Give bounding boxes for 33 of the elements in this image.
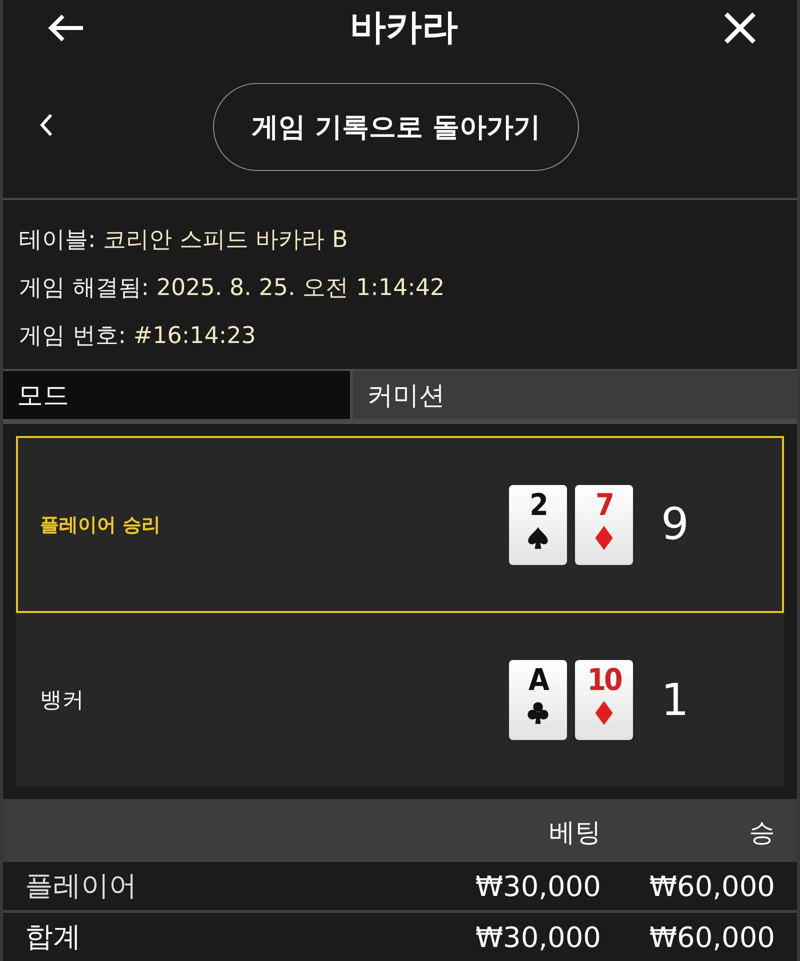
back-to-history-button[interactable]: 게임 기록으로 돌아가기 (212, 82, 580, 170)
back-icon[interactable] (47, 12, 85, 42)
playing-card: 7 (575, 484, 633, 564)
diamond-icon (593, 526, 615, 550)
mode-value: 커미션 (353, 371, 797, 419)
spade-icon (527, 526, 549, 550)
info-value: 2025. 8. 25. 오전 1:14:42 (156, 275, 445, 301)
club-icon (527, 701, 549, 725)
info-value: 코리안 스피드 바카라 B (103, 227, 348, 253)
table-cell-text: 플레이어 (24, 868, 138, 904)
table-cell-text: ₩60,000 (648, 920, 776, 954)
column-header: 베팅 (548, 816, 601, 850)
column-header: 승 (748, 816, 776, 850)
info-value: #16:14:23 (133, 323, 256, 349)
playing-card: 10 (575, 660, 633, 740)
hand-label: 플레이어 승리 (39, 512, 162, 538)
table-cell-text: ₩30,000 (474, 920, 601, 954)
page-title: 바카라 (350, 6, 458, 50)
table-cell-text: 합계 (24, 919, 82, 955)
hand-score: 1 (661, 674, 689, 726)
info-label: 게임 번호: (19, 323, 126, 349)
playing-card: 2 (509, 484, 567, 564)
hand-score: 9 (661, 499, 689, 550)
table-cell-text: ₩30,000 (474, 870, 601, 902)
hand-label: 뱅커 (39, 687, 85, 715)
playing-card: A (509, 660, 567, 740)
info-label: 테이블: (19, 227, 96, 253)
chevron-left-icon[interactable] (39, 113, 53, 137)
mode-label: 모드 (3, 371, 353, 419)
diamond-icon (593, 701, 615, 725)
table-cell-text: ₩60,000 (648, 870, 776, 902)
info-label: 게임 해결됨: (19, 275, 150, 301)
close-icon[interactable] (723, 10, 757, 44)
